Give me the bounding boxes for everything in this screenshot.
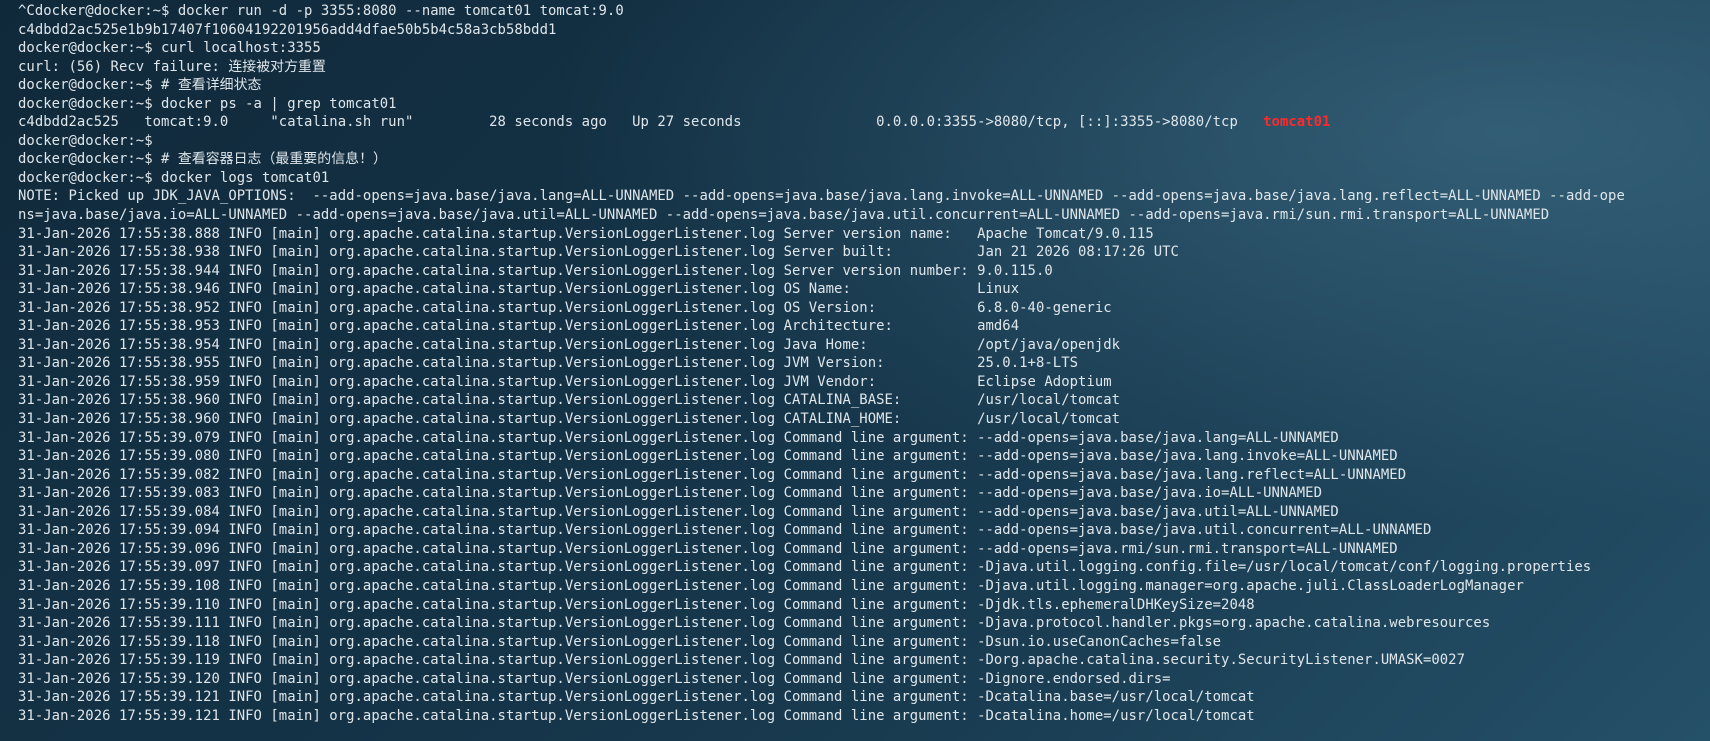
terminal-line: docker@docker:~$ # 查看容器日志（最重要的信息！） [18, 151, 387, 168]
terminal-line: NOTE: Picked up JDK_JAVA_OPTIONS: --add-… [18, 188, 1625, 205]
terminal-line: docker@docker:~$ # 查看详细状态 [18, 77, 262, 94]
ps-row-text: c4dbdd2ac525 tomcat:9.0 "catalina.sh run… [18, 114, 1264, 131]
log-line: 31-Jan-2026 17:55:39.110 INFO [main] org… [18, 596, 1255, 613]
terminal-line: docker@docker:~$ curl localhost:3355 [18, 40, 321, 57]
log-line: 31-Jan-2026 17:55:39.108 INFO [main] org… [18, 577, 1524, 594]
log-line: 31-Jan-2026 17:55:39.097 INFO [main] org… [18, 559, 1592, 576]
log-line: 31-Jan-2026 17:55:39.094 INFO [main] org… [18, 522, 1432, 539]
container-name-highlight: tomcat01 [1263, 114, 1331, 131]
log-line: 31-Jan-2026 17:55:39.080 INFO [main] org… [18, 448, 1398, 465]
log-line: 31-Jan-2026 17:55:39.082 INFO [main] org… [18, 466, 1407, 483]
log-line: 31-Jan-2026 17:55:39.118 INFO [main] org… [18, 633, 1222, 650]
log-line: 31-Jan-2026 17:55:39.079 INFO [main] org… [18, 429, 1339, 446]
log-line: 31-Jan-2026 17:55:38.938 INFO [main] org… [18, 244, 1179, 261]
terminal-line: ns=java.base/java.io=ALL-UNNAMED --add-o… [18, 207, 1550, 224]
log-line: 31-Jan-2026 17:55:38.960 INFO [main] org… [18, 411, 1121, 428]
log-line: 31-Jan-2026 17:55:39.120 INFO [main] org… [18, 670, 1171, 687]
terminal-window[interactable]: ^Cdocker@docker:~$ docker run -d -p 3355… [0, 0, 1710, 741]
terminal-line: docker@docker:~$ docker ps -a | grep tom… [18, 95, 397, 112]
log-line: 31-Jan-2026 17:55:38.954 INFO [main] org… [18, 336, 1121, 353]
log-line: 31-Jan-2026 17:55:38.888 INFO [main] org… [18, 225, 1154, 242]
log-line: 31-Jan-2026 17:55:38.946 INFO [main] org… [18, 281, 1020, 298]
log-line: 31-Jan-2026 17:55:38.959 INFO [main] org… [18, 373, 1112, 390]
log-line: 31-Jan-2026 17:55:39.083 INFO [main] org… [18, 485, 1322, 502]
log-line: 31-Jan-2026 17:55:39.121 INFO [main] org… [18, 707, 1255, 724]
log-line: 31-Jan-2026 17:55:38.944 INFO [main] org… [18, 262, 1053, 279]
log-line: 31-Jan-2026 17:55:39.111 INFO [main] org… [18, 615, 1491, 632]
log-line: 31-Jan-2026 17:55:38.960 INFO [main] org… [18, 392, 1121, 409]
terminal-line: ^Cdocker@docker:~$ docker run -d -p 3355… [18, 3, 624, 19]
log-line: 31-Jan-2026 17:55:39.096 INFO [main] org… [18, 540, 1398, 557]
log-line: 31-Jan-2026 17:55:39.119 INFO [main] org… [18, 652, 1466, 669]
log-line: 31-Jan-2026 17:55:38.955 INFO [main] org… [18, 355, 1079, 372]
log-line: 31-Jan-2026 17:55:39.084 INFO [main] org… [18, 503, 1339, 520]
terminal-line: curl: (56) Recv failure: 连接被对方重置 [18, 58, 326, 75]
docker-ps-row: c4dbdd2ac525 tomcat:9.0 "catalina.sh run… [18, 113, 1710, 132]
terminal-line: c4dbdd2ac525e1b9b17407f10604192201956add… [18, 21, 557, 38]
terminal-line: docker@docker:~$ [18, 132, 162, 149]
terminal-line: docker@docker:~$ docker logs tomcat01 [18, 169, 330, 186]
log-line: 31-Jan-2026 17:55:38.953 INFO [main] org… [18, 318, 1020, 335]
log-line: 31-Jan-2026 17:55:39.121 INFO [main] org… [18, 689, 1255, 706]
log-line: 31-Jan-2026 17:55:38.952 INFO [main] org… [18, 299, 1112, 316]
